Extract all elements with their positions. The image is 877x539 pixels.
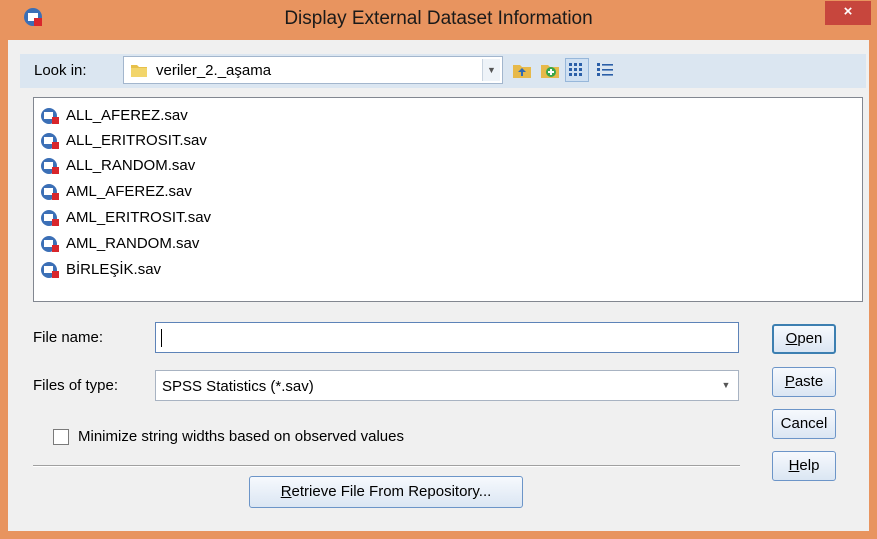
open-label: pen bbox=[797, 330, 823, 347]
list-item[interactable]: BİRLEŞİK.sav bbox=[40, 258, 340, 282]
list-item[interactable]: AML_AFEREZ.sav bbox=[40, 180, 340, 204]
cancel-button[interactable]: Cancel bbox=[772, 409, 836, 439]
separator bbox=[33, 465, 740, 467]
filename-label: File name: bbox=[33, 329, 104, 346]
help-label: elp bbox=[799, 457, 820, 474]
filetype-value: SPSS Statistics (*.sav) bbox=[162, 378, 314, 395]
open-button[interactable]: Open bbox=[772, 324, 836, 354]
open-mnemonic: O bbox=[785, 330, 798, 347]
lookin-value: veriler_2._aşama bbox=[156, 62, 272, 79]
sav-file-icon bbox=[41, 236, 59, 252]
help-button[interactable]: Help bbox=[772, 451, 836, 481]
file-name: AML_RANDOM.sav bbox=[66, 235, 200, 252]
retrieve-label: etrieve File From Repository... bbox=[291, 483, 492, 500]
file-name: BİRLEŞİK.sav bbox=[66, 261, 162, 278]
minimize-widths-checkbox[interactable] bbox=[53, 429, 69, 445]
dialog-window: Display External Dataset Information × L… bbox=[0, 0, 877, 539]
file-name: ALL_ERITROSIT.sav bbox=[66, 132, 207, 149]
file-name: ALL_RANDOM.sav bbox=[66, 157, 196, 174]
window-title: Display External Dataset Information bbox=[284, 8, 593, 29]
folder-icon bbox=[131, 65, 147, 77]
paste-button[interactable]: Paste bbox=[772, 367, 836, 397]
new-folder-button[interactable] bbox=[538, 58, 562, 82]
filename-input[interactable] bbox=[155, 322, 739, 353]
help-mnemonic: H bbox=[788, 457, 800, 474]
list-view-icon bbox=[569, 63, 582, 76]
title-bar[interactable]: Display External Dataset Information × bbox=[0, 0, 877, 40]
filetype-dropdown[interactable]: SPSS Statistics (*.sav) ▼ bbox=[155, 370, 739, 401]
file-name: AML_AFEREZ.sav bbox=[66, 183, 192, 200]
details-view-button[interactable] bbox=[593, 58, 617, 82]
sav-file-icon bbox=[41, 262, 59, 278]
sav-file-icon bbox=[41, 184, 59, 200]
list-item[interactable]: ALL_RANDOM.sav bbox=[40, 154, 340, 178]
file-name: ALL_AFEREZ.sav bbox=[66, 107, 188, 124]
file-name: AML_ERITROSIT.sav bbox=[66, 209, 212, 226]
retrieve-repository-button[interactable]: Retrieve File From Repository... bbox=[249, 476, 523, 508]
up-folder-icon bbox=[513, 65, 531, 78]
retrieve-mnemonic: R bbox=[280, 483, 292, 500]
sav-file-icon bbox=[41, 210, 59, 226]
chevron-down-icon[interactable]: ▼ bbox=[482, 59, 500, 81]
list-item[interactable]: ALL_AFEREZ.sav bbox=[40, 104, 340, 128]
details-view-icon bbox=[597, 63, 613, 76]
chevron-down-icon[interactable]: ▼ bbox=[716, 373, 736, 398]
paste-mnemonic: P bbox=[784, 373, 795, 390]
paste-label: aste bbox=[794, 373, 824, 390]
list-item[interactable]: AML_ERITROSIT.sav bbox=[40, 206, 340, 230]
sav-file-icon bbox=[41, 158, 59, 174]
lookin-label: Look in: bbox=[34, 62, 87, 79]
list-view-button[interactable] bbox=[565, 58, 589, 82]
filetype-label: Files of type: bbox=[33, 377, 119, 394]
lookin-dropdown[interactable]: veriler_2._aşama ▼ bbox=[123, 56, 503, 84]
sav-file-icon bbox=[41, 133, 59, 149]
sav-file-icon bbox=[41, 108, 59, 124]
close-button[interactable]: × bbox=[825, 1, 871, 25]
list-item[interactable]: AML_RANDOM.sav bbox=[40, 232, 340, 256]
dialog-body: Look in: veriler_2._aşama ▼ ALL_AFEREZ.s… bbox=[8, 40, 869, 531]
minimize-widths-label[interactable]: Minimize string widths based on observed… bbox=[78, 428, 404, 445]
list-item[interactable]: ALL_ERITROSIT.sav bbox=[40, 129, 340, 153]
new-folder-icon bbox=[541, 65, 559, 78]
up-folder-button[interactable] bbox=[510, 58, 534, 82]
lookin-toolbar: Look in: veriler_2._aşama ▼ bbox=[20, 54, 866, 88]
file-list[interactable]: ALL_AFEREZ.sav ALL_ERITROSIT.sav ALL_RAN… bbox=[33, 97, 863, 302]
text-caret bbox=[161, 329, 162, 347]
